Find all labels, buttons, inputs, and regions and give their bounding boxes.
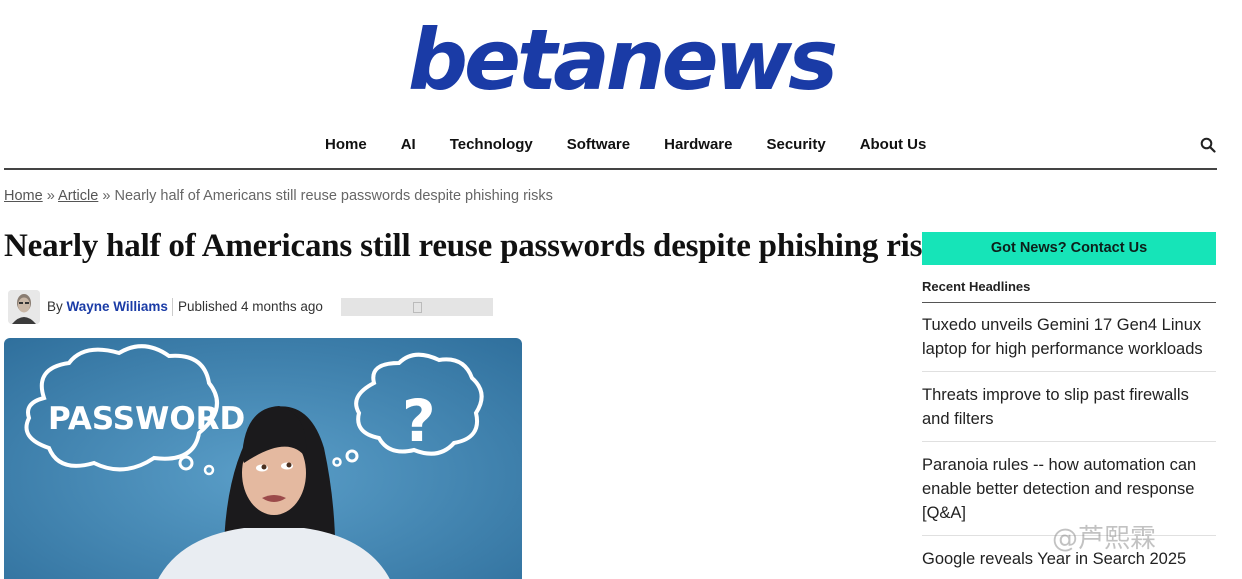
author-link[interactable]: Wayne Williams <box>67 299 168 314</box>
breadcrumb: Home » Article » Nearly half of American… <box>4 188 553 204</box>
nav-item-technology[interactable]: Technology <box>433 136 550 153</box>
document-icon <box>412 301 422 313</box>
hero-password-text: PASSWORD <box>48 401 245 437</box>
recent-headlines-heading: Recent Headlines <box>922 279 1031 294</box>
author-avatar[interactable] <box>8 290 40 324</box>
nav-items: Home AI Technology Software Hardware Sec… <box>308 136 943 153</box>
site-logo[interactable]: betanews <box>0 18 1242 102</box>
nav-item-hardware[interactable]: Hardware <box>647 136 749 153</box>
nav-item-software[interactable]: Software <box>550 136 647 153</box>
breadcrumb-separator: » <box>46 188 55 204</box>
breadcrumb-article-link[interactable]: Article <box>58 188 98 204</box>
article-byline: By Wayne Williams Published 4 months ago <box>4 288 524 326</box>
byline-author: By Wayne Williams <box>47 299 168 314</box>
breadcrumb-home-link[interactable]: Home <box>4 188 43 204</box>
nav-divider <box>4 168 1217 170</box>
article-title: Nearly half of Americans still reuse pas… <box>4 228 954 264</box>
publish-date: Published 4 months ago <box>178 299 323 314</box>
search-icon[interactable] <box>1200 137 1216 153</box>
byline-prefix: By <box>47 299 63 314</box>
recent-headlines-divider <box>922 302 1216 303</box>
headline-link[interactable]: Tuxedo unveils Gemini 17 Gen4 Linux lapt… <box>922 313 1216 372</box>
nav-item-ai[interactable]: AI <box>384 136 433 153</box>
share-bar-placeholder <box>341 298 493 316</box>
nav-item-about-us[interactable]: About Us <box>843 136 944 153</box>
nav-item-home[interactable]: Home <box>308 136 384 153</box>
article-hero-image: PASSWORD ? <box>4 338 522 579</box>
byline-divider <box>172 298 173 316</box>
breadcrumb-separator: » <box>102 188 111 204</box>
watermark: @芦熙霖 <box>1052 524 1157 554</box>
headline-link[interactable]: Threats improve to slip past firewalls a… <box>922 383 1216 442</box>
contact-us-button[interactable]: Got News? Contact Us <box>922 232 1216 265</box>
main-nav: Home AI Technology Software Hardware Sec… <box>0 128 1242 162</box>
hero-question-mark: ? <box>402 387 436 455</box>
breadcrumb-current: Nearly half of Americans still reuse pas… <box>114 188 553 204</box>
nav-item-security[interactable]: Security <box>749 136 842 153</box>
